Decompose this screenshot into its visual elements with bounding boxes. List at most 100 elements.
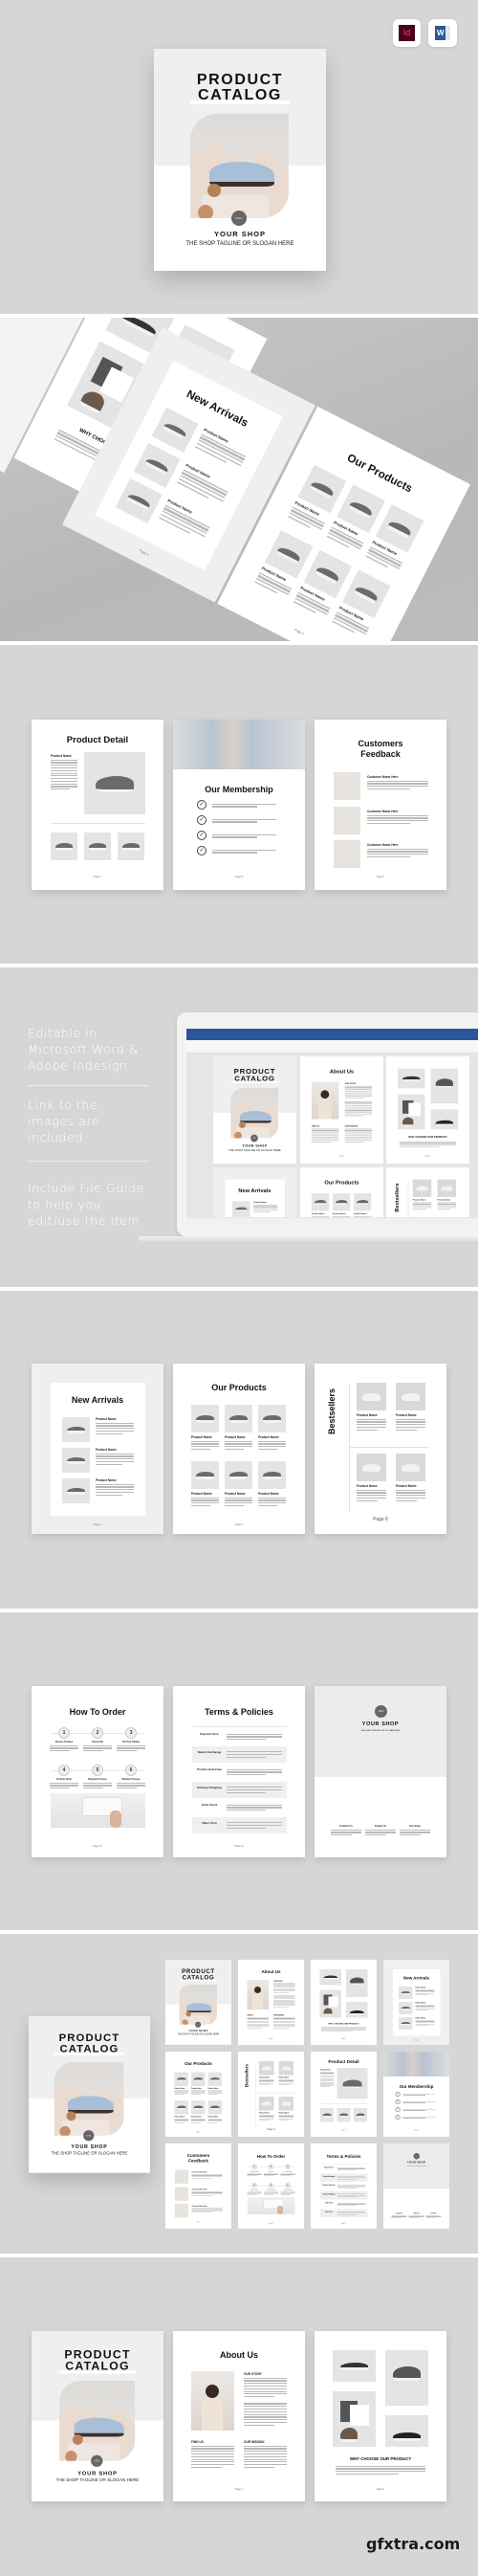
text-placeholder bbox=[174, 2118, 188, 2123]
text-line bbox=[344, 1140, 372, 1142]
text-line bbox=[400, 1829, 430, 1831]
page-number: Page 2 bbox=[234, 2488, 244, 2491]
product-photo bbox=[385, 2350, 428, 2406]
shoe-icon bbox=[196, 1472, 214, 1479]
text-line bbox=[437, 1204, 457, 1205]
terms-row-label: Other Term bbox=[325, 2210, 333, 2213]
text-line bbox=[396, 1424, 425, 1426]
text-line bbox=[227, 1771, 282, 1773]
product-photo bbox=[232, 1201, 250, 1217]
text-line bbox=[83, 1747, 112, 1749]
text-line bbox=[337, 2178, 358, 2180]
word-window: PRODUCT CATALOG LFLV YOUR SHOP THE SHOP … bbox=[186, 1029, 478, 1224]
text-line bbox=[225, 1504, 245, 1507]
text-line bbox=[311, 1138, 339, 1140]
shoe-icon bbox=[435, 1120, 453, 1126]
shop-logo: LFLV bbox=[83, 2130, 95, 2142]
shop-name: YOUR SHOP bbox=[71, 2143, 108, 2150]
product-photo bbox=[62, 1448, 90, 1473]
pages-row-4: PRODUCT CATALOG LFLV YOUR SHOP THE SHOP … bbox=[0, 2257, 478, 2576]
product-photo bbox=[258, 1405, 286, 1432]
text-line bbox=[311, 1140, 339, 1142]
shoe-icon bbox=[393, 2366, 421, 2382]
product-photo bbox=[399, 2002, 413, 2014]
product-name: Product Name bbox=[412, 1198, 426, 1202]
terms-row: Product Guarantee bbox=[320, 2182, 368, 2191]
why-heading: WHY CHOOSE OUR PRODUCT bbox=[328, 2022, 359, 2026]
text-placeholder bbox=[247, 2191, 262, 2195]
text-placeholder bbox=[212, 803, 276, 808]
page-title: Our Products bbox=[185, 2061, 212, 2066]
product-name: Product Name bbox=[278, 2076, 290, 2078]
text-line bbox=[244, 2448, 287, 2450]
text-line bbox=[50, 1750, 70, 1752]
text-line bbox=[311, 1142, 331, 1144]
thumb-photo bbox=[320, 2108, 334, 2122]
shop-logo: LFLV bbox=[250, 1134, 258, 1143]
text-placeholder bbox=[259, 2114, 274, 2121]
shop-name: YOUR SHOP bbox=[213, 230, 266, 238]
text-line bbox=[337, 2187, 358, 2188]
text-placeholder bbox=[311, 1215, 330, 1217]
shoe-icon bbox=[193, 2077, 203, 2081]
text-placeholder bbox=[117, 1782, 145, 1789]
shoe-icon bbox=[340, 2362, 368, 2371]
wooden-ball bbox=[207, 184, 221, 197]
text-line bbox=[191, 1504, 211, 1507]
shoe-icon bbox=[177, 2077, 186, 2081]
text-line bbox=[399, 1141, 457, 1143]
step-label: Payment Process bbox=[88, 1778, 107, 1781]
text-placeholder bbox=[191, 2445, 234, 2469]
text-placeholder bbox=[191, 1497, 219, 1507]
why-heading: WHY CHOOSE OUR PRODUCT bbox=[408, 1135, 447, 1139]
check-icon: ✓ bbox=[395, 2099, 401, 2104]
shoe-icon bbox=[416, 1186, 428, 1191]
page-number: Page 11 bbox=[341, 2223, 346, 2225]
product-name: Product Name bbox=[191, 1435, 212, 1439]
product-photo bbox=[278, 2097, 293, 2111]
text-placeholder bbox=[415, 1988, 435, 1995]
check-icon: ✓ bbox=[395, 2092, 401, 2097]
terms-row: Product Guarantee bbox=[192, 1764, 287, 1781]
text-line bbox=[227, 1736, 282, 1738]
shoe-icon bbox=[357, 1200, 369, 1205]
product-name: Product Name bbox=[415, 1987, 426, 1988]
hero-section: Id W PRODUCT CATALOG LFLV YOUR SHOP THE … bbox=[0, 0, 478, 314]
shoe-icon bbox=[361, 1393, 381, 1401]
text-placeholder bbox=[191, 2173, 223, 2179]
page-number: Page 7 bbox=[93, 876, 102, 878]
text-line bbox=[96, 1455, 134, 1457]
text-line bbox=[357, 1424, 386, 1426]
text-line bbox=[331, 1829, 361, 1831]
story-heading: OUR STORY bbox=[273, 1980, 283, 1983]
product-photo bbox=[437, 1179, 457, 1197]
text-line bbox=[399, 1144, 457, 1145]
shoe-icon bbox=[263, 1415, 281, 1423]
text-placeholder bbox=[333, 1215, 351, 1217]
divider bbox=[51, 823, 145, 824]
page-number: Page 2 bbox=[269, 2038, 273, 2040]
shop-logo: LFLV bbox=[195, 2021, 202, 2028]
product-name: Product Name bbox=[357, 1484, 378, 1488]
all-pages-overview: PRODUCT CATALOG LFLV YOUR SHOP THE SHOP … bbox=[0, 1934, 478, 2254]
text-line bbox=[51, 769, 77, 771]
text-placeholder bbox=[365, 1829, 396, 1836]
terms-policies-page: Terms & Policies Payment Term Return/ Exc… bbox=[311, 2143, 377, 2229]
text-line bbox=[191, 1502, 219, 1504]
product-name: Product Name bbox=[253, 1201, 267, 1204]
cover-title-line2: CATALOG bbox=[59, 2043, 120, 2055]
text-line bbox=[273, 2006, 289, 2008]
product-photo bbox=[259, 2097, 274, 2111]
page-thumbnail: LFLV YOUR SHOP THE SHOP TAGLINE OR SLOGA… bbox=[383, 2143, 449, 2229]
text-line bbox=[191, 2466, 222, 2469]
page-number: Page 10 bbox=[269, 2223, 273, 2225]
text-line bbox=[259, 2120, 270, 2121]
text-line bbox=[244, 2403, 287, 2405]
text-line bbox=[344, 1094, 372, 1096]
page-thumbnail: How To Order 1 Choose Product 2 Check Out 3 F… bbox=[238, 2143, 304, 2229]
table-top-rule bbox=[192, 1726, 287, 1727]
product-photo bbox=[225, 1461, 252, 1489]
page-title: Bestsellers bbox=[244, 2063, 250, 2088]
indesign-badge: Id bbox=[393, 19, 421, 47]
terms-row: Order Stock bbox=[320, 2200, 368, 2209]
